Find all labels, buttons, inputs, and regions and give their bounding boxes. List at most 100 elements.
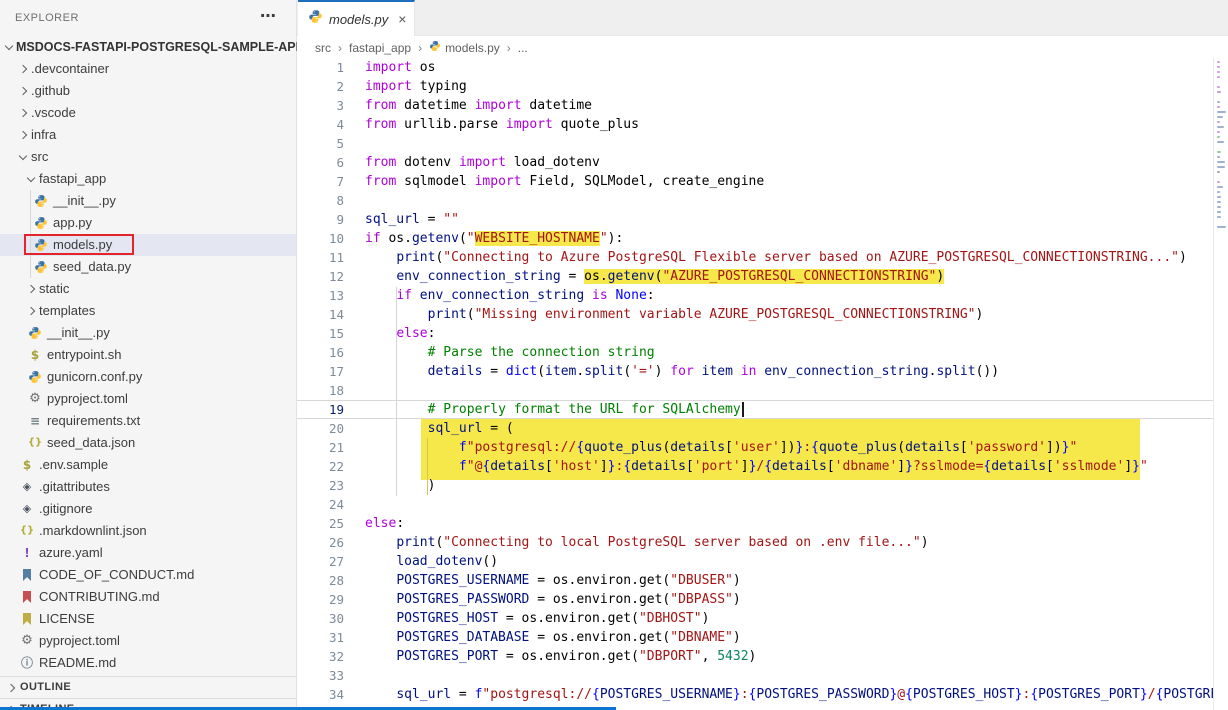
- line-number: 12: [297, 267, 344, 286]
- code-line[interactable]: 13 if env_connection_string is None:: [297, 286, 1228, 305]
- code-line[interactable]: 16 # Parse the connection string: [297, 343, 1228, 362]
- code-line[interactable]: 22 f"@{details['host']}:{details['port']…: [297, 457, 1228, 476]
- tree-item-pyproject-toml[interactable]: ⚙pyproject.toml: [0, 630, 296, 652]
- code-line[interactable]: 27 load_dotenv(): [297, 552, 1228, 571]
- python-icon: [429, 40, 441, 55]
- tree-item-init-py[interactable]: __init__.py: [0, 322, 296, 344]
- tree-item-code-of-conduct-md[interactable]: CODE_OF_CONDUCT.md: [0, 564, 296, 586]
- tree-item-seed-data-json[interactable]: {}seed_data.json: [0, 432, 296, 454]
- breadcrumb-item-models-py[interactable]: models.py: [429, 40, 500, 55]
- code-line[interactable]: 9sql_url = "": [297, 210, 1228, 229]
- minimap-mark: [1217, 86, 1220, 88]
- code-line[interactable]: 3from datetime import datetime: [297, 96, 1228, 115]
- code-line[interactable]: 30 POSTGRES_HOST = os.environ.get("DBHOS…: [297, 609, 1228, 628]
- tree-item-gunicorn-conf-py[interactable]: gunicorn.conf.py: [0, 366, 296, 388]
- tab-models-py[interactable]: models.py ×: [298, 0, 415, 36]
- tree-item-static[interactable]: static: [0, 278, 296, 300]
- code-text: env_connection_string = os.getenv("AZURE…: [344, 267, 944, 286]
- tree-item-pyproject-toml[interactable]: ⚙pyproject.toml: [0, 388, 296, 410]
- code-line[interactable]: 32 POSTGRES_PORT = os.environ.get("DBPOR…: [297, 647, 1228, 666]
- line-number: 6: [297, 153, 344, 172]
- code-line[interactable]: 5: [297, 134, 1228, 153]
- chevron-right-icon: [27, 285, 35, 293]
- minimap-mark: [1217, 76, 1220, 78]
- tree-item-label: README.md: [39, 652, 116, 674]
- code-line[interactable]: 25else:: [297, 514, 1228, 533]
- tree-item-label: .env.sample: [39, 454, 108, 476]
- tree-item-gitignore[interactable]: ◈.gitignore: [0, 498, 296, 520]
- code-line[interactable]: 21 f"postgresql://{quote_plus(details['u…: [297, 438, 1228, 457]
- code-line[interactable]: 18: [297, 381, 1228, 400]
- code-line[interactable]: 14 print("Missing environment variable A…: [297, 305, 1228, 324]
- tree-item-azure-yaml[interactable]: !azure.yaml: [0, 542, 296, 564]
- code-line[interactable]: 6from dotenv import load_dotenv: [297, 153, 1228, 172]
- code-line[interactable]: 12 env_connection_string = os.getenv("AZ…: [297, 267, 1228, 286]
- code-line[interactable]: 24: [297, 495, 1228, 514]
- tree-item-msdocs-fastapi-postgresql-sample-app-git[interactable]: MSDOCS-FASTAPI-POSTGRESQL-SAMPLE-APP [GI…: [0, 36, 296, 58]
- tree-item-label: azure.yaml: [39, 542, 103, 564]
- tree-item-fastapi-app[interactable]: fastapi_app: [0, 168, 296, 190]
- breadcrumb-separator-icon: ›: [418, 41, 422, 55]
- code-line[interactable]: 26 print("Connecting to local PostgreSQL…: [297, 533, 1228, 552]
- tree-item-readme-md[interactable]: ⓘREADME.md: [0, 652, 296, 674]
- code-line[interactable]: 11 print("Connecting to Azure PostgreSQL…: [297, 248, 1228, 267]
- chevron-right-icon: [19, 131, 27, 139]
- tree-item-markdownlint-json[interactable]: {}.markdownlint.json: [0, 520, 296, 542]
- outline-section-header[interactable]: OUTLINE: [0, 676, 296, 698]
- ribbon-yellow-file-icon: [20, 613, 34, 625]
- code-text: load_dotenv(): [344, 552, 498, 571]
- line-number: 34: [297, 685, 344, 704]
- minimap-mark: [1217, 126, 1224, 128]
- code-line[interactable]: 17 details = dict(item.split('=') for it…: [297, 362, 1228, 381]
- code-line[interactable]: 29 POSTGRES_PASSWORD = os.environ.get("D…: [297, 590, 1228, 609]
- breadcrumb-item-src[interactable]: src: [315, 41, 331, 55]
- tree-item-seed-data-py[interactable]: seed_data.py: [0, 256, 296, 278]
- code-editor[interactable]: 1import os2import typing3from datetime i…: [297, 58, 1228, 710]
- code-line[interactable]: 34 sql_url = f"postgresql://{POSTGRES_US…: [297, 685, 1228, 704]
- code-line[interactable]: 33: [297, 666, 1228, 685]
- tree-item-models-py[interactable]: models.py: [0, 234, 296, 256]
- code-text: print("Connecting to local PostgreSQL se…: [344, 533, 929, 552]
- code-line[interactable]: 28 POSTGRES_USERNAME = os.environ.get("D…: [297, 571, 1228, 590]
- code-line[interactable]: 2import typing: [297, 77, 1228, 96]
- tree-item-infra[interactable]: infra: [0, 124, 296, 146]
- tree-item-devcontainer[interactable]: .devcontainer: [0, 58, 296, 80]
- code-text: from datetime import datetime: [344, 96, 592, 115]
- tree-item-templates[interactable]: templates: [0, 300, 296, 322]
- more-actions-icon[interactable]: ⋯: [260, 0, 276, 34]
- line-number: 15: [297, 324, 344, 343]
- code-line[interactable]: 23 ): [297, 476, 1228, 495]
- tree-item-env-sample[interactable]: $.env.sample: [0, 454, 296, 476]
- tree-item-vscode[interactable]: .vscode: [0, 102, 296, 124]
- breadcrumb: src›fastapi_app›models.py›...: [297, 37, 1228, 58]
- tree-item-github[interactable]: .github: [0, 80, 296, 102]
- close-tab-icon[interactable]: ×: [398, 11, 406, 27]
- line-number: 9: [297, 210, 344, 229]
- tree-item-requirements-txt[interactable]: ≡requirements.txt: [0, 410, 296, 432]
- minimap[interactable]: [1213, 58, 1228, 710]
- tree-item-init-py[interactable]: __init__.py: [0, 190, 296, 212]
- breadcrumb-item-fastapi-app[interactable]: fastapi_app: [349, 41, 411, 55]
- code-line[interactable]: 31 POSTGRES_DATABASE = os.environ.get("D…: [297, 628, 1228, 647]
- line-number: 2: [297, 77, 344, 96]
- tree-item-contributing-md[interactable]: CONTRIBUTING.md: [0, 586, 296, 608]
- tree-item-app-py[interactable]: app.py: [0, 212, 296, 234]
- line-number: 4: [297, 115, 344, 134]
- line-number: 32: [297, 647, 344, 666]
- code-line[interactable]: 8: [297, 191, 1228, 210]
- code-line[interactable]: 1import os: [297, 58, 1228, 77]
- code-line[interactable]: 4from urllib.parse import quote_plus: [297, 115, 1228, 134]
- tree-item-src[interactable]: src: [0, 146, 296, 168]
- code-line[interactable]: 7from sqlmodel import Field, SQLModel, c…: [297, 172, 1228, 191]
- line-number: 17: [297, 362, 344, 381]
- tree-item-label: .devcontainer: [31, 58, 109, 80]
- tree-item-gitattributes[interactable]: ◈.gitattributes: [0, 476, 296, 498]
- tree-item-license[interactable]: LICENSE: [0, 608, 296, 630]
- code-line[interactable]: 15 else:: [297, 324, 1228, 343]
- code-line[interactable]: 19 # Properly format the URL for SQLAlch…: [297, 400, 1228, 419]
- code-line[interactable]: 20 sql_url = (: [297, 419, 1228, 438]
- tree-item-entrypoint-sh[interactable]: $entrypoint.sh: [0, 344, 296, 366]
- breadcrumb-item-[interactable]: ...: [518, 41, 528, 55]
- code-line[interactable]: 10if os.getenv("WEBSITE_HOSTNAME"):: [297, 229, 1228, 248]
- tree-item-label: fastapi_app: [39, 168, 106, 190]
